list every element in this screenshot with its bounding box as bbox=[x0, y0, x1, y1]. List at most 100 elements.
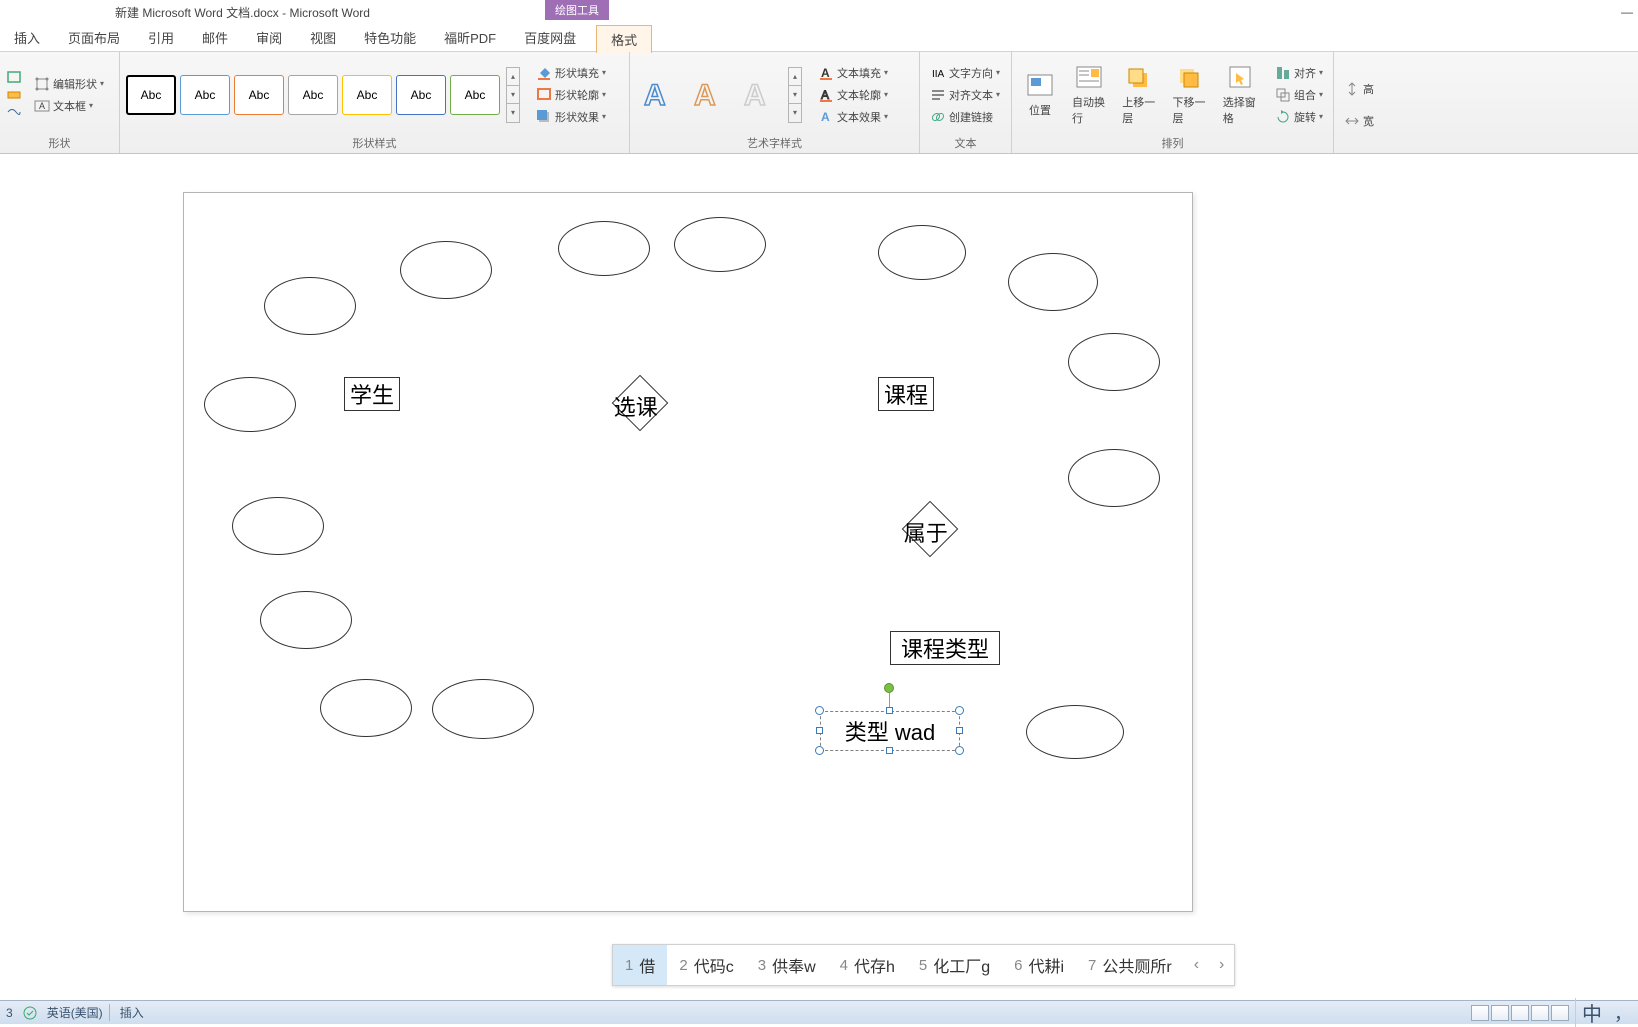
ellipse-shape[interactable] bbox=[400, 241, 492, 299]
shape-fill-button[interactable]: 形状填充▾ bbox=[532, 63, 610, 83]
ime-candidate-7[interactable]: 7公共厕所r bbox=[1076, 945, 1184, 985]
ime-language-indicator[interactable]: 中 bbox=[1575, 998, 1608, 1027]
shape-style-4[interactable]: Abc bbox=[288, 75, 338, 115]
wordart-gallery-scroll[interactable]: ▴▾▾ bbox=[788, 67, 802, 123]
ellipse-shape[interactable] bbox=[1068, 333, 1160, 391]
resize-handle-t[interactable] bbox=[886, 707, 893, 714]
view-outline-button[interactable] bbox=[1531, 1005, 1549, 1021]
wordart-style-3[interactable]: A bbox=[736, 74, 782, 116]
tab-page-layout[interactable]: 页面布局 bbox=[54, 24, 134, 51]
ime-candidate-6[interactable]: 6代耕i bbox=[1002, 945, 1076, 985]
view-draft-button[interactable] bbox=[1551, 1005, 1569, 1021]
text-box-button[interactable]: A 文本框▾ bbox=[30, 96, 108, 116]
shape-style-7[interactable]: Abc bbox=[450, 75, 500, 115]
shape-thumb-1-icon[interactable] bbox=[6, 70, 22, 86]
style-gallery-scroll[interactable]: ▴▾▾ bbox=[506, 67, 520, 123]
wrap-text-button[interactable]: 自动换行 bbox=[1066, 61, 1112, 128]
shape-style-3[interactable]: Abc bbox=[234, 75, 284, 115]
shape-style-6[interactable]: Abc bbox=[396, 75, 446, 115]
text-direction-label: 文字方向 bbox=[949, 65, 993, 81]
resize-handle-l[interactable] bbox=[816, 727, 823, 734]
rotate-button[interactable]: 旋转▾ bbox=[1271, 107, 1327, 127]
svg-text:A: A bbox=[821, 88, 829, 102]
align-button[interactable]: 对齐▾ bbox=[1271, 63, 1327, 83]
ellipse-shape[interactable] bbox=[558, 221, 650, 276]
ime-candidate-1[interactable]: 1借 bbox=[613, 945, 667, 985]
tab-insert[interactable]: 插入 bbox=[0, 24, 54, 51]
rect-course[interactable]: 课程 bbox=[878, 377, 934, 411]
group-button[interactable]: 组合▾ bbox=[1271, 85, 1327, 105]
tab-special[interactable]: 特色功能 bbox=[350, 24, 430, 51]
text-outline-button[interactable]: A文本轮廓▾ bbox=[814, 85, 892, 105]
rect-student[interactable]: 学生 bbox=[344, 377, 400, 411]
ime-candidate-5[interactable]: 5化工厂g bbox=[907, 945, 1002, 985]
tab-view[interactable]: 视图 bbox=[296, 24, 350, 51]
tab-format[interactable]: 格式 bbox=[596, 25, 652, 53]
view-full-screen-button[interactable] bbox=[1491, 1005, 1509, 1021]
shape-thumb-3-icon[interactable] bbox=[6, 104, 22, 120]
wordart-style-2[interactable]: A bbox=[686, 74, 732, 116]
tab-baidu[interactable]: 百度网盘 bbox=[510, 24, 590, 51]
shape-style-5[interactable]: Abc bbox=[342, 75, 392, 115]
text-effects-button[interactable]: A文本效果▾ bbox=[814, 107, 892, 127]
create-link-button[interactable]: 创建链接 bbox=[926, 107, 1004, 127]
minimize-button[interactable]: — bbox=[1621, 5, 1633, 19]
view-web-layout-button[interactable] bbox=[1511, 1005, 1529, 1021]
diamond-select-course[interactable]: 选课 bbox=[620, 383, 660, 423]
ellipse-shape[interactable] bbox=[432, 679, 534, 739]
position-button[interactable]: 位置 bbox=[1018, 69, 1062, 120]
rect-course-type[interactable]: 课程类型 bbox=[890, 631, 1000, 665]
text-fill-button[interactable]: A文本填充▾ bbox=[814, 63, 892, 83]
proofing-icon[interactable] bbox=[23, 1006, 37, 1020]
resize-handle-tr[interactable] bbox=[955, 706, 964, 715]
ime-candidate-2[interactable]: 2代码c bbox=[667, 945, 745, 985]
ellipse-shape[interactable] bbox=[204, 377, 296, 432]
selected-textbox[interactable]: 类型 wad bbox=[820, 711, 960, 751]
ellipse-shape[interactable] bbox=[878, 225, 966, 280]
status-language[interactable]: 英语(美国) bbox=[41, 1004, 110, 1021]
ellipse-shape[interactable] bbox=[674, 217, 766, 272]
rotate-handle[interactable] bbox=[884, 683, 894, 693]
ime-prev-button[interactable]: ‹ bbox=[1184, 948, 1209, 982]
ime-candidate-3[interactable]: 3供奉w bbox=[746, 945, 828, 985]
ellipse-shape[interactable] bbox=[1068, 449, 1160, 507]
page-canvas[interactable]: 学生 课程 课程类型 选课 属于 类型 wad bbox=[183, 192, 1193, 912]
shape-style-2[interactable]: Abc bbox=[180, 75, 230, 115]
status-mode[interactable]: 插入 bbox=[114, 1004, 150, 1021]
align-text-label: 对齐文本 bbox=[949, 87, 993, 103]
shape-thumb-2-icon[interactable] bbox=[6, 87, 22, 103]
ellipse-shape[interactable] bbox=[232, 497, 324, 555]
ellipse-shape[interactable] bbox=[264, 277, 356, 335]
shape-outline-button[interactable]: 形状轮廓▾ bbox=[532, 85, 610, 105]
tab-mailings[interactable]: 邮件 bbox=[188, 24, 242, 51]
text-direction-button[interactable]: IIA文字方向▾ bbox=[926, 63, 1004, 83]
resize-handle-b[interactable] bbox=[886, 747, 893, 754]
ellipse-shape[interactable] bbox=[320, 679, 412, 737]
resize-handle-tl[interactable] bbox=[815, 706, 824, 715]
bring-forward-button[interactable]: 上移一层 bbox=[1116, 61, 1162, 128]
ime-punctuation-indicator[interactable]: ， bbox=[1610, 1000, 1632, 1026]
link-icon bbox=[930, 109, 946, 125]
tab-references[interactable]: 引用 bbox=[134, 24, 188, 51]
ime-candidate-4[interactable]: 4代存h bbox=[828, 945, 907, 985]
diamond-belongs-to[interactable]: 属于 bbox=[910, 509, 950, 549]
resize-handle-r[interactable] bbox=[956, 727, 963, 734]
edit-shape-button[interactable]: 编辑形状▾ bbox=[30, 74, 108, 94]
ime-next-button[interactable]: › bbox=[1209, 948, 1234, 982]
align-text-button[interactable]: 对齐文本▾ bbox=[926, 85, 1004, 105]
tab-review[interactable]: 审阅 bbox=[242, 24, 296, 51]
wordart-style-1[interactable]: A bbox=[636, 74, 682, 116]
ellipse-shape[interactable] bbox=[1026, 705, 1124, 759]
selection-pane-button[interactable]: 选择窗格 bbox=[1217, 61, 1263, 128]
height-button[interactable]: 高 bbox=[1340, 79, 1378, 99]
tab-foxit[interactable]: 福昕PDF bbox=[430, 24, 510, 51]
view-print-layout-button[interactable] bbox=[1471, 1005, 1489, 1021]
ellipse-shape[interactable] bbox=[1008, 253, 1098, 311]
resize-handle-br[interactable] bbox=[955, 746, 964, 755]
width-button[interactable]: 宽 bbox=[1340, 111, 1378, 131]
shape-style-1[interactable]: Abc bbox=[126, 75, 176, 115]
resize-handle-bl[interactable] bbox=[815, 746, 824, 755]
send-backward-button[interactable]: 下移一层 bbox=[1167, 61, 1213, 128]
ellipse-shape[interactable] bbox=[260, 591, 352, 649]
shape-effects-button[interactable]: 形状效果▾ bbox=[532, 107, 610, 127]
